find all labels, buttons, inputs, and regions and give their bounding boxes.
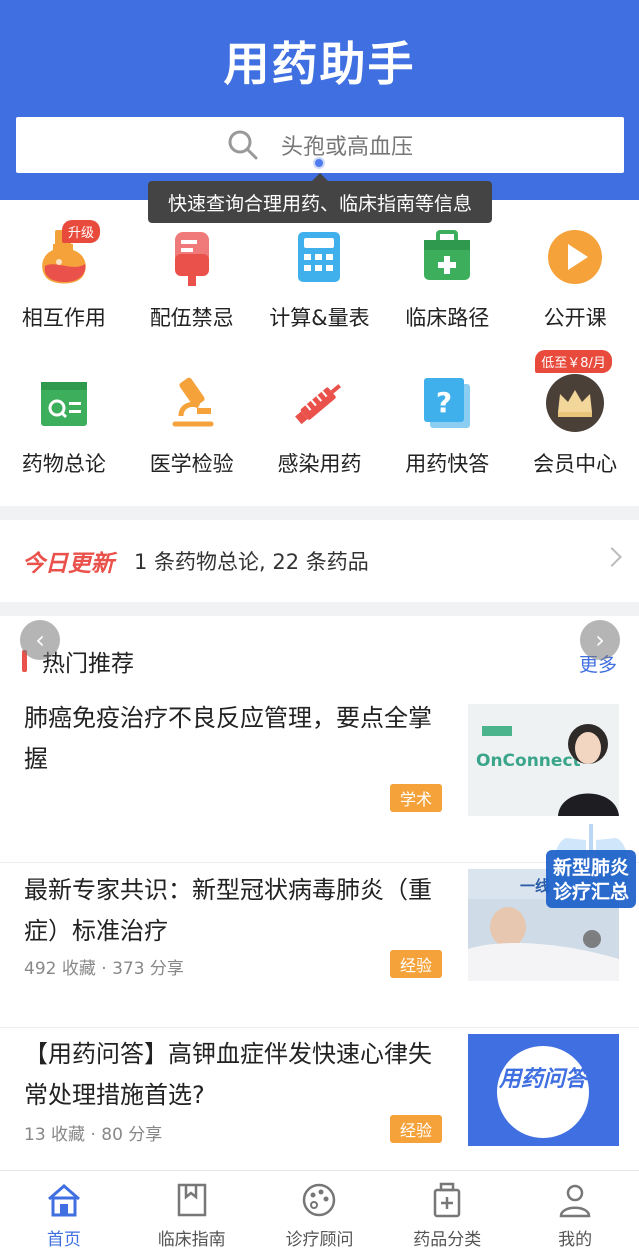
covid-summary-float-badge[interactable]: 新型肺炎诊疗汇总 — [546, 820, 636, 912]
grid-label: 医学检验 — [149, 452, 234, 476]
grid-label: 公开课 — [543, 306, 607, 330]
article-item[interactable]: 肺癌免疫治疗不良反应管理，要点全掌握 学术 OnConnect — [0, 698, 639, 863]
grid-label: 临床路径 — [405, 306, 490, 330]
grid-item-drug-overview[interactable]: 药物总论 — [0, 360, 128, 506]
article-thumbnail: 用药问答 — [468, 1034, 619, 1146]
grid-label: 药物总论 — [21, 452, 106, 476]
header: 用药助手 头孢或高血压 — [0, 0, 639, 200]
grid-item-member-center[interactable]: 低至￥8/月 会员中心 — [511, 350, 639, 506]
thumb-text: OnConnect — [476, 751, 581, 771]
feature-grid: 升级 相互作用 配伍禁忌 计算&量表 临床路径 公开课 药物总论 医学检验 感染… — [0, 214, 639, 506]
pill-box-icon — [434, 1182, 461, 1218]
question-icon: ? — [416, 372, 478, 434]
grid-item-infection-drugs[interactable]: 感染用药 — [256, 360, 384, 506]
article-title: 肺癌免疫治疗不良反应管理，要点全掌握 — [24, 704, 432, 773]
tab-label: 我的 — [558, 1230, 593, 1250]
grid-label: 感染用药 — [277, 452, 362, 476]
carousel-next-button[interactable]: › — [580, 620, 620, 660]
grid-label: 配伍禁忌 — [149, 306, 234, 330]
tab-consultant[interactable]: 诊疗顾问 — [256, 1171, 384, 1251]
search-icon — [227, 129, 259, 161]
tab-mine[interactable]: 我的 — [511, 1171, 639, 1251]
bottom-tab-bar: 首页 临床指南 诊疗顾问 药品分类 我的 — [0, 1170, 639, 1251]
grid-item-open-class[interactable]: 公开课 — [511, 214, 639, 360]
svg-text:?: ? — [436, 386, 452, 419]
article-tag: 经验 — [390, 950, 442, 978]
article-title: 最新专家共识：新型冠状病毒肺炎（重症）标准治疗 — [24, 876, 432, 945]
user-icon — [559, 1184, 591, 1218]
grid-label: 用药快答 — [405, 452, 490, 476]
microscope-icon — [161, 372, 223, 434]
document-icon — [33, 372, 95, 434]
carousel-prev-button[interactable]: ‹ — [20, 620, 60, 660]
update-text: 1 条药物总论, 22 条药品 — [134, 550, 369, 574]
divider — [0, 602, 639, 616]
tab-clinical-guide[interactable]: 临床指南 — [128, 1171, 256, 1251]
book-icon — [177, 1183, 206, 1217]
today-update-bar[interactable]: 今日更新 1 条药物总论, 22 条药品 — [0, 520, 639, 602]
medkit-icon — [416, 226, 478, 288]
grid-label: 计算&量表 — [269, 306, 370, 330]
tab-label: 临床指南 — [157, 1230, 226, 1250]
article-item[interactable]: 【用药问答】高钾血症伴发快速心律失常处理措施首选? 13 收藏 · 80 分享 … — [0, 1028, 639, 1193]
divider — [0, 506, 639, 520]
grid-item-compatibility[interactable]: 配伍禁忌 — [128, 214, 256, 360]
grid-item-quick-answer[interactable]: ? 用药快答 — [383, 360, 511, 506]
grid-item-lab-test[interactable]: 医学检验 — [128, 360, 256, 506]
tooltip-anchor-dot — [313, 157, 325, 169]
thumb-text: 用药问答 — [498, 1066, 591, 1092]
tab-label: 首页 — [46, 1230, 81, 1250]
article-tag: 经验 — [390, 1115, 442, 1143]
grid-label: 相互作用 — [21, 306, 106, 330]
grid-item-clinical-path[interactable]: 临床路径 — [383, 214, 511, 360]
search-placeholder: 头孢或高血压 — [280, 135, 413, 160]
article-meta: 492 收藏 · 373 分享 — [24, 959, 184, 979]
section-header: 热门推荐 更多 — [0, 630, 639, 690]
home-icon — [47, 1184, 80, 1217]
app-title: 用药助手 — [223, 37, 416, 91]
tab-home[interactable]: 首页 — [0, 1171, 128, 1251]
tab-drug-category[interactable]: 药品分类 — [383, 1171, 511, 1251]
upgrade-badge: 升级 — [62, 220, 101, 243]
iv-bag-icon — [161, 226, 223, 288]
article-tag: 学术 — [390, 784, 442, 812]
tab-label: 药品分类 — [413, 1230, 482, 1250]
grid-item-interaction[interactable]: 升级 相互作用 — [0, 214, 128, 360]
grid-item-calculator[interactable]: 计算&量表 — [256, 214, 384, 360]
tab-label: 诊疗顾问 — [285, 1230, 354, 1250]
price-badge: 低至￥8/月 — [535, 350, 612, 373]
article-thumbnail: OnConnect — [468, 704, 619, 816]
article-meta: 13 收藏 · 80 分享 — [24, 1125, 163, 1145]
float-badge-label: 新型肺炎诊疗汇总 — [552, 857, 629, 903]
palette-icon — [303, 1183, 336, 1217]
calculator-icon — [288, 226, 350, 288]
tooltip-arrow — [312, 173, 328, 181]
update-tag: 今日更新 — [22, 551, 114, 577]
crown-icon — [544, 372, 606, 434]
play-icon — [544, 226, 606, 288]
article-title: 【用药问答】高钾血症伴发快速心律失常处理措施首选? — [24, 1040, 432, 1109]
grid-label: 会员中心 — [533, 452, 618, 476]
article-item[interactable]: 最新专家共识：新型冠状病毒肺炎（重症）标准治疗 492 收藏 · 373 分享 … — [0, 863, 639, 1028]
chevron-right-icon — [602, 547, 622, 567]
syringe-icon — [288, 372, 350, 434]
